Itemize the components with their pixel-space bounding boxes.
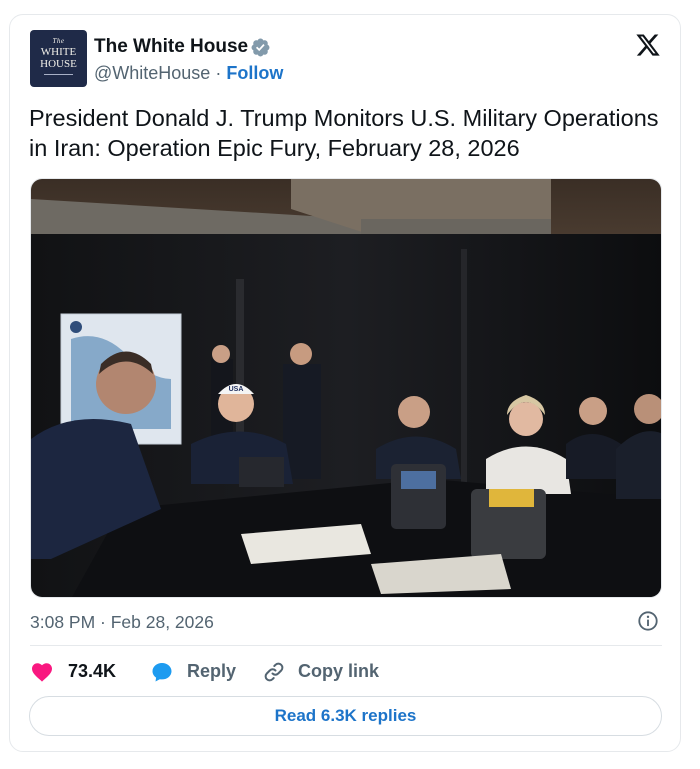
account-handle[interactable]: @WhiteHouse [94,63,210,83]
seated-man-center-head [398,396,430,428]
heart-icon [32,663,52,682]
like-count: 73.4K [68,661,117,681]
tweet-card: The WHITE HOUSE The White House @WhiteHo… [9,14,681,752]
separator-dot: · [215,63,222,83]
tweet-text: President Donald J. Trump Monitors U.S. … [29,105,659,161]
map-seal [70,321,82,333]
link-icon [264,662,284,682]
tweet-photo[interactable]: USA [30,178,662,598]
curtain-fold [461,249,467,509]
seated-man-right [566,434,621,479]
avatar-rule [44,74,73,75]
cap-text: USA [229,386,244,393]
desk-phone-screen [401,471,436,489]
copy-link-button[interactable]: Copy link [262,658,392,686]
standing-aide-head [212,345,230,363]
standing-agent-head [290,343,312,365]
seated-woman-head [509,402,543,436]
read-replies-button[interactable]: Read 6.3K replies [29,696,662,736]
avatar-line-3: HOUSE [40,58,77,70]
divider [30,645,662,646]
x-logo-icon[interactable] [634,32,662,58]
seated-man-right-head [579,397,607,425]
avatar-line-2: WHITE [40,46,77,58]
copy-link-label: Copy link [298,661,380,681]
avatar-line-1: The [52,37,65,45]
reply-label: Reply [187,661,237,681]
account-avatar[interactable]: The WHITE HOUSE [30,30,87,87]
desk-phone-panel [489,489,534,507]
info-icon[interactable] [637,610,659,632]
tweet-timestamp[interactable]: 3:08 PM · Feb 28, 2026 [30,612,214,633]
verified-badge-icon [251,38,270,57]
account-name[interactable]: The White House [94,36,248,58]
reply-button[interactable]: Reply [150,658,250,686]
follow-button[interactable]: Follow [226,63,283,83]
reply-bubble-icon [152,663,172,682]
monitor [239,457,284,487]
like-button[interactable]: 73.4K [30,658,125,686]
handle-row: @WhiteHouse · Follow [94,63,283,84]
